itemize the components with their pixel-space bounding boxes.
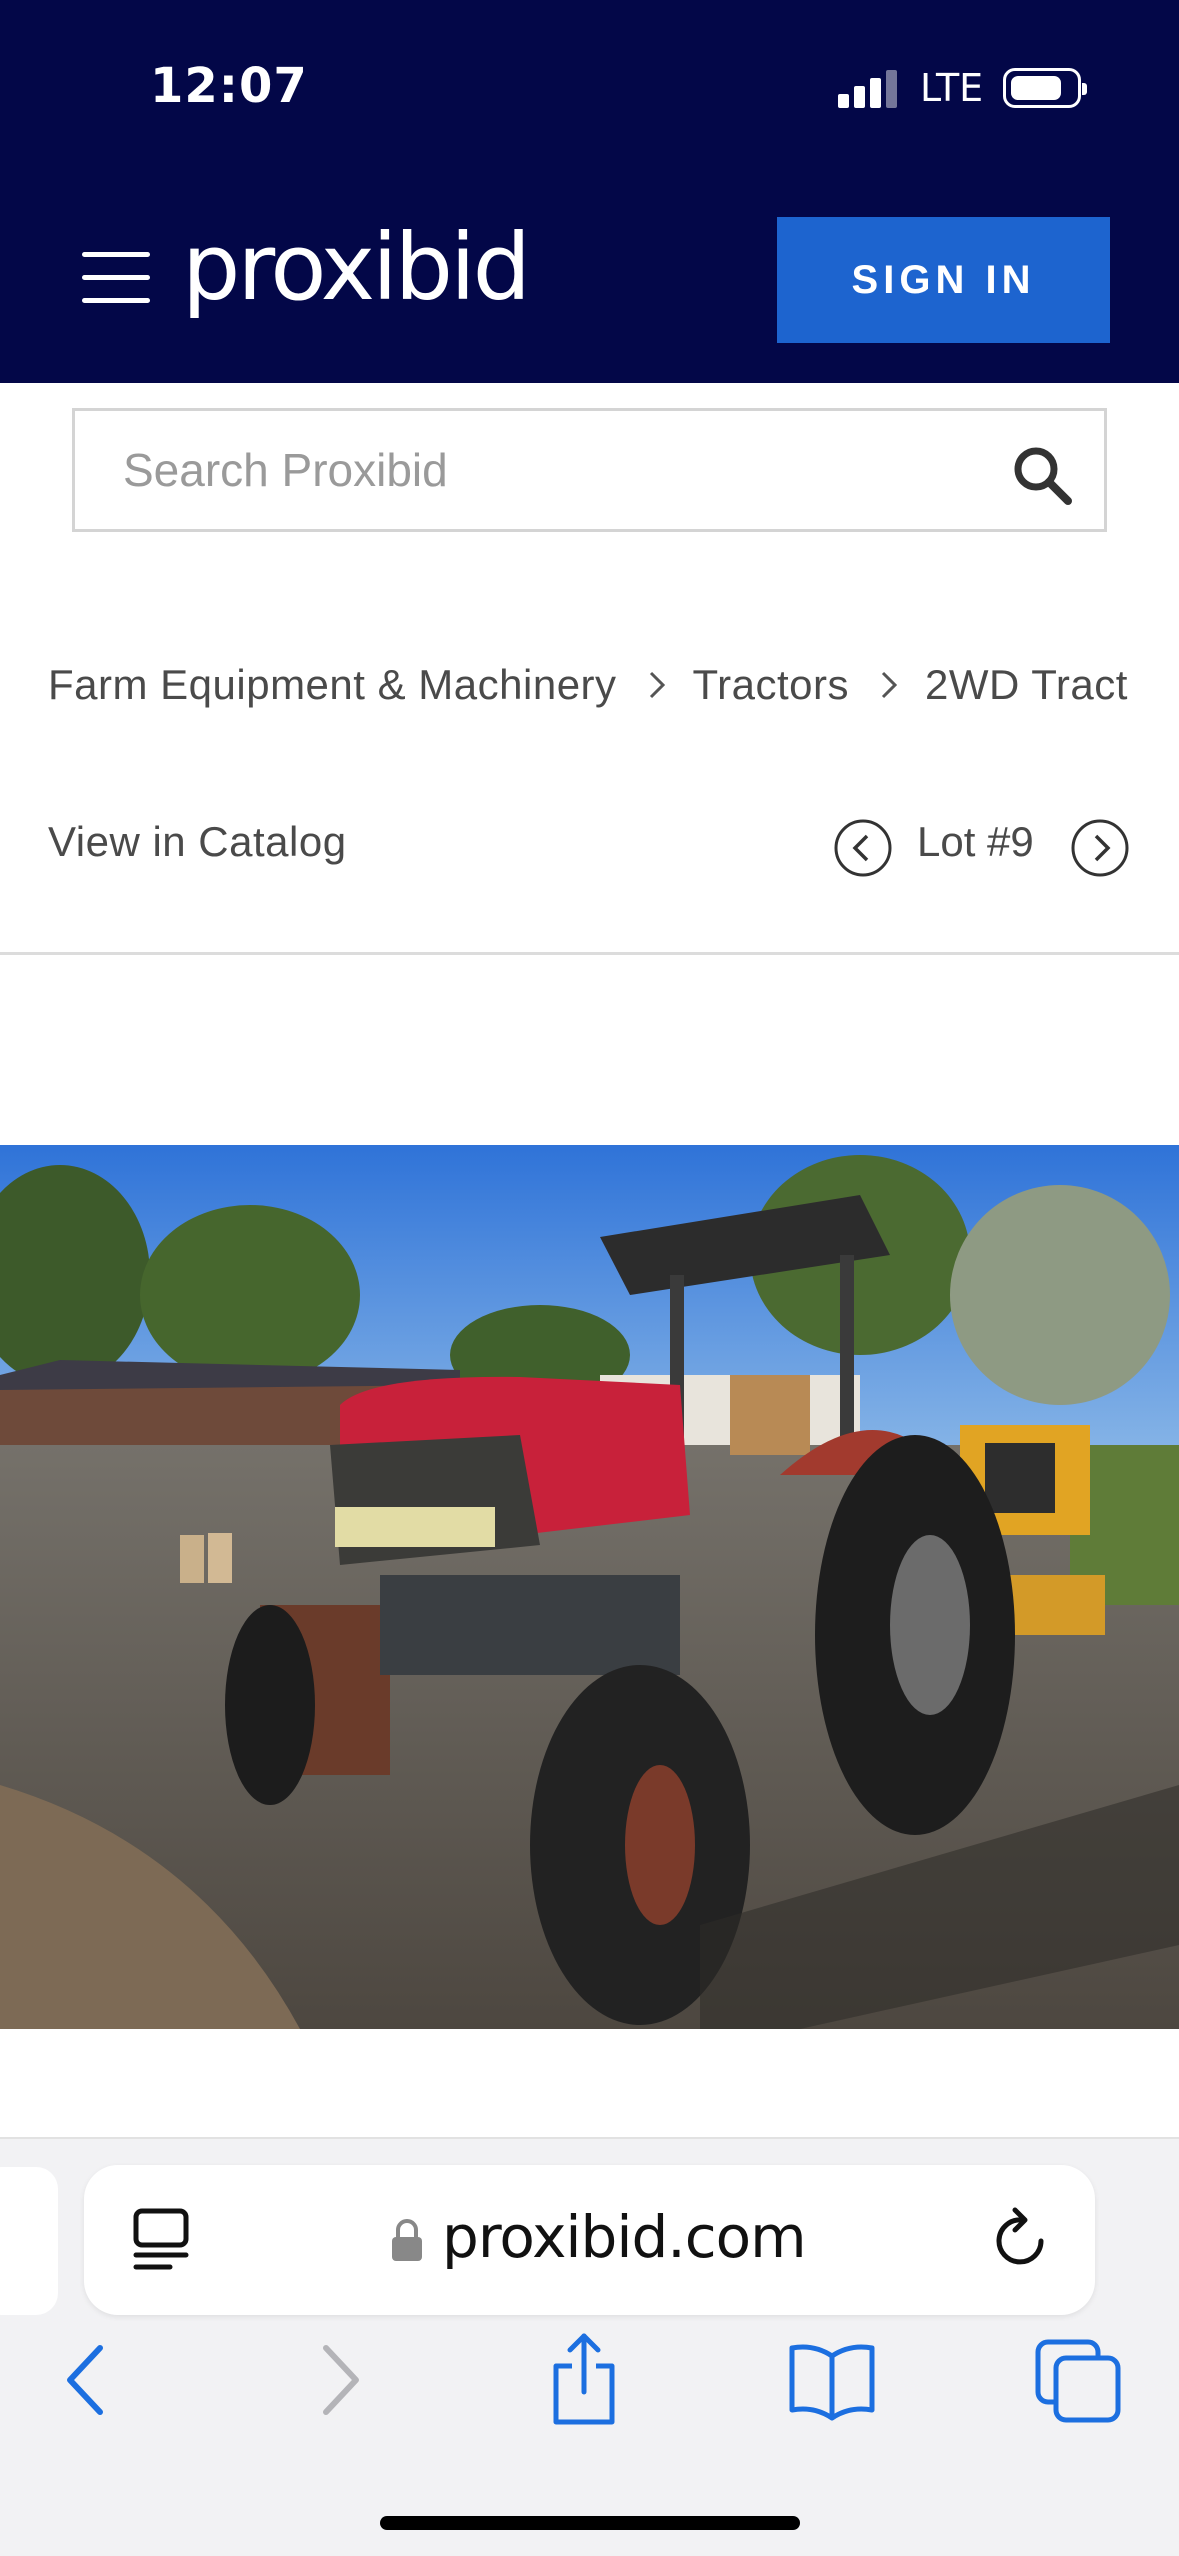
breadcrumb-tractors[interactable]: Tractors [693,661,849,709]
breadcrumb-farm-equipment[interactable]: Farm Equipment & Machinery [48,661,617,709]
lock-icon [392,2219,422,2261]
back-icon[interactable] [60,2336,110,2424]
previous-tab-preview[interactable] [0,2167,58,2315]
search-icon[interactable] [1010,443,1074,507]
lot-photo[interactable] [0,1145,1179,2029]
breadcrumb-2wd-tractors[interactable]: 2WD Tract [925,661,1128,709]
proxibid-logo[interactable]: proxibid [182,222,531,314]
forward-icon[interactable] [316,2336,366,2424]
tabs-icon[interactable] [1034,2336,1122,2424]
reader-icon[interactable] [130,2207,194,2273]
cellular-signal-icon [838,70,900,108]
menu-icon[interactable] [82,252,150,304]
reload-icon[interactable] [989,2205,1055,2275]
view-in-catalog-link[interactable]: View in Catalog [48,818,347,866]
chevron-right-icon [881,671,898,699]
share-icon[interactable] [548,2330,620,2428]
home-indicator [380,2516,800,2530]
app-header: 12:07 LTE proxibid SIGN IN [0,0,1179,383]
sign-in-button[interactable]: SIGN IN [777,217,1110,343]
lot-number: Lot #9 [917,818,1034,865]
divider [0,952,1179,955]
url-text[interactable]: proxibid.com [442,2203,807,2271]
search-input[interactable] [123,411,1003,529]
breadcrumb: Farm Equipment & Machinery Tractors 2WD … [48,655,1179,715]
network-type: LTE [920,66,984,110]
chevron-right-icon [649,671,665,699]
bookmarks-icon[interactable] [786,2336,878,2424]
address-bar[interactable]: proxibid.com [84,2165,1095,2315]
status-time: 12:07 [150,58,308,114]
battery-icon [1003,68,1087,108]
chevron-right-circle-icon[interactable] [1070,818,1130,878]
chevron-left-circle-icon[interactable] [833,818,893,878]
search-bar [72,408,1107,532]
